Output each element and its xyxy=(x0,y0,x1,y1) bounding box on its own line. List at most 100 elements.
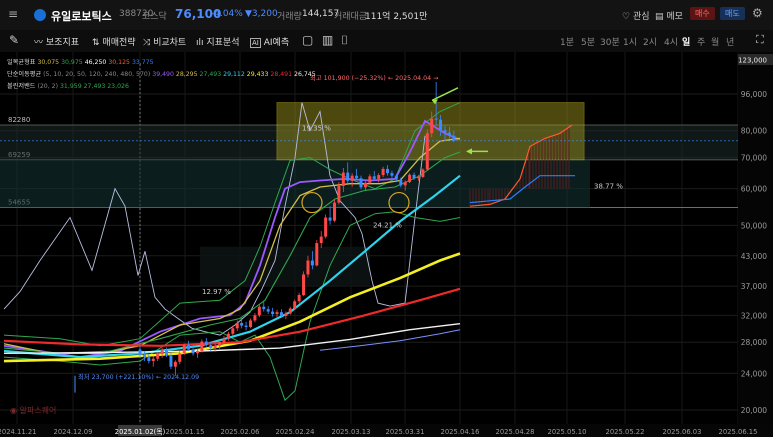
candle-body xyxy=(226,333,230,339)
y-tick-label: 50,000 xyxy=(741,221,767,230)
ai-icon: AI xyxy=(250,38,261,48)
candle-body xyxy=(160,350,164,355)
legend-value: (5, 10, 20, 50, 120, 240, 480, 570) xyxy=(43,71,152,78)
candle-body xyxy=(368,176,372,183)
candle-body xyxy=(439,119,443,131)
candle-body xyxy=(390,173,394,176)
candle-body xyxy=(447,132,451,136)
candle-body xyxy=(204,341,208,346)
x-tick-label: 2025.05.10 xyxy=(548,428,587,436)
candle-body xyxy=(332,202,336,221)
candle-body xyxy=(266,309,270,312)
chart-toolbar: ✎ 〰 보조지표 ⇅ 매매전략 ⤨ 비교차트 ılı 지표분석 AI AI예측 … xyxy=(0,30,773,53)
legend-value: 46,250 xyxy=(85,59,109,66)
candle-body xyxy=(315,243,319,266)
x-tick-label: 2025.02.06 xyxy=(221,428,260,436)
memo-button[interactable]: ▤ 메모 xyxy=(655,9,683,22)
period-1분[interactable]: 1분 xyxy=(560,35,574,48)
market-name: 코스닥 xyxy=(142,12,167,22)
candle-body xyxy=(408,174,412,183)
settings-icon[interactable]: ⚙ xyxy=(752,6,763,20)
candle-body xyxy=(394,175,398,180)
shuffle-icon: ⤨ xyxy=(143,38,151,48)
legend-value: 28,295 xyxy=(176,71,200,78)
candle-body xyxy=(271,311,275,315)
candle-body xyxy=(359,178,363,188)
y-tick-label: 37,000 xyxy=(741,282,767,291)
x-tick-label: 2025.03.13 xyxy=(332,428,371,436)
candle-body xyxy=(191,349,195,354)
layout-icon[interactable]: ▥ xyxy=(322,33,333,47)
candle-body xyxy=(182,345,186,354)
candle-body xyxy=(249,320,252,327)
legend-value: 39,490 xyxy=(152,71,176,78)
stock-header: ≡ 유일로보틱스 388720 코스닥 76,100 -4.04% ▼3,200… xyxy=(0,0,773,31)
company-logo xyxy=(34,9,46,21)
camera-icon[interactable]: ⌷ xyxy=(341,33,348,48)
x-tick-label: 2025.02.24 xyxy=(276,428,315,436)
candle-body xyxy=(195,351,199,354)
candle-body xyxy=(452,135,456,141)
candle-body xyxy=(337,186,341,203)
watch-button[interactable]: ♡ 관심 xyxy=(622,9,650,22)
square-icon[interactable]: ▢ xyxy=(302,33,313,47)
period-30분[interactable]: 30분 xyxy=(600,35,620,48)
pencil-icon[interactable]: ✎ xyxy=(9,33,19,47)
period-년[interactable]: 년 xyxy=(726,35,734,48)
legend-value: 28,491 xyxy=(270,71,294,78)
candle-body xyxy=(284,313,288,316)
y-tick-label: 70,000 xyxy=(741,154,767,163)
period-월[interactable]: 월 xyxy=(711,35,719,48)
y-tick-label: 60,000 xyxy=(741,185,767,194)
stock-name: 유일로보틱스 xyxy=(51,10,112,23)
candle-body xyxy=(310,260,314,266)
y-tick-label: 24,000 xyxy=(741,369,767,378)
compare-button[interactable]: ⤨ 비교차트 xyxy=(143,35,186,48)
candle-body xyxy=(430,118,434,134)
pct-label: 19.35 % xyxy=(302,125,331,133)
x-tick-label: 2025.01.15 xyxy=(166,428,205,436)
candle-body xyxy=(328,217,332,221)
pct-label: 24.21 % xyxy=(373,221,402,229)
legend-value: 29,433 xyxy=(247,71,271,78)
buy-button[interactable]: 매수 xyxy=(690,7,715,20)
period-5분[interactable]: 5분 xyxy=(581,35,595,48)
x-tick-label: 2025.01.02(목) xyxy=(115,428,166,436)
candle-body xyxy=(240,323,244,326)
candle-body xyxy=(434,118,438,120)
candle-body xyxy=(138,349,142,355)
candle-body xyxy=(372,176,376,179)
legend-value: 23,026 xyxy=(107,83,129,90)
pct-label: 38.77 % xyxy=(594,183,623,191)
indicator-button[interactable]: 〰 보조지표 xyxy=(34,35,79,48)
candle-body xyxy=(253,315,257,321)
period-1시[interactable]: 1시 xyxy=(623,35,637,48)
y-tick-label: 32,000 xyxy=(741,311,767,320)
y-tick-label: 28,000 xyxy=(741,338,767,347)
top-value-label: 123,000 xyxy=(738,57,767,65)
period-2시[interactable]: 2시 xyxy=(643,35,657,48)
candle-body xyxy=(399,179,403,186)
candle-body xyxy=(386,168,390,174)
menu-icon[interactable]: ≡ xyxy=(8,7,18,21)
fullscreen-icon[interactable]: ⛶ xyxy=(756,33,764,47)
candle-body xyxy=(187,345,191,350)
period-일[interactable]: 일 xyxy=(682,35,690,48)
period-주[interactable]: 주 xyxy=(697,35,705,48)
strategy-button[interactable]: ⇅ 매매전략 xyxy=(92,35,136,48)
candle-body xyxy=(302,274,306,295)
ai-predict-button[interactable]: AI AI예측 xyxy=(250,35,289,48)
candle-body xyxy=(147,357,151,362)
price-chart[interactable]: 822806925954655 최고 101,900 (−25.32%) ← 2… xyxy=(0,52,773,437)
amount-value: 111억 2,501만 xyxy=(365,12,428,22)
x-tick-label: 2024.12.09 xyxy=(54,428,93,436)
sell-button[interactable]: 매도 xyxy=(720,7,745,20)
change-amount: ▼3,200 xyxy=(245,9,278,19)
analysis-button[interactable]: ılı 지표분석 xyxy=(196,35,240,48)
legend-value: 27,493 xyxy=(84,83,108,90)
candle-body xyxy=(341,172,345,187)
sma-legend: 단순이동평균 (5, 10, 20, 50, 120, 240, 480, 57… xyxy=(7,70,316,78)
legend-value: 일목균형표 xyxy=(7,58,37,66)
legend-value: 29,112 xyxy=(223,71,247,78)
period-4시[interactable]: 4시 xyxy=(664,35,678,48)
